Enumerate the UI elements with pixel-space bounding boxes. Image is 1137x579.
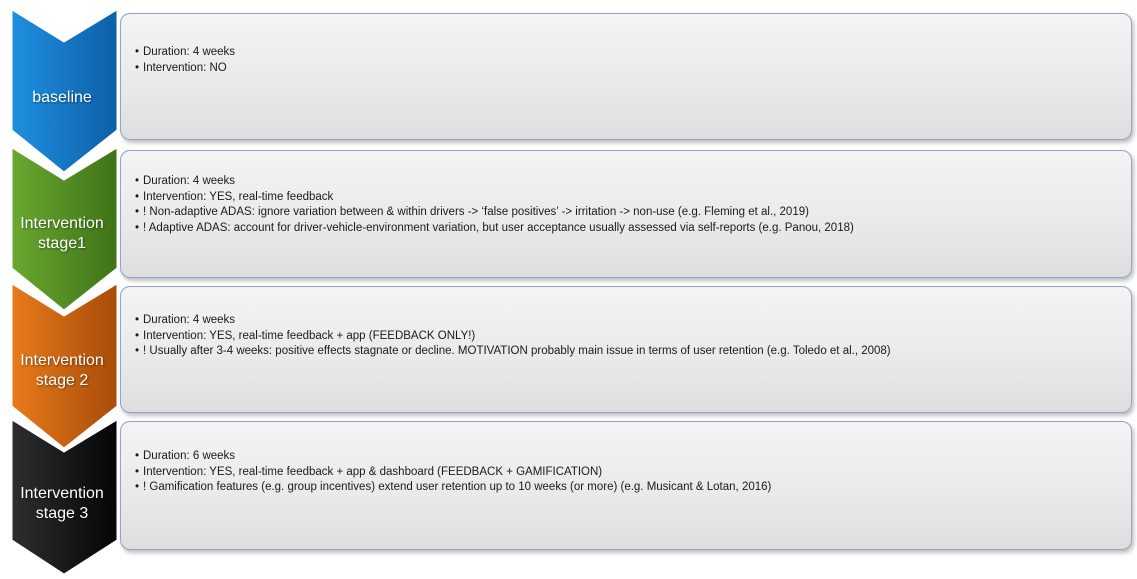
bullet-dot: • xyxy=(135,314,140,327)
stage-box-stage-3: • Duration: 6 weeks • Intervention: YES, r… xyxy=(120,421,1132,550)
bullet-text: ! Usually after 3-4 weeks: positive effe… xyxy=(143,345,891,358)
bullet-dot: • xyxy=(135,345,140,358)
bullet-item: • Duration: 6 weeks xyxy=(135,449,1131,465)
bullet-item: •! Gamification features (e.g. group inc… xyxy=(135,480,1131,496)
bullet-item: •! Usually after 3-4 weeks: positive eff… xyxy=(135,344,1131,360)
bullet-dot: • xyxy=(135,329,140,342)
chevron-label-line: Intervention xyxy=(20,352,104,369)
bullet-text: ! Gamification features (e.g. group ince… xyxy=(143,481,772,494)
bullet-list: • Duration: 4 weeks • Intervention: YES, r… xyxy=(135,174,1131,236)
bullet-dot: • xyxy=(135,190,140,203)
chevron-label-baseline: baseline xyxy=(4,88,120,108)
chevron-label-line: Intervention xyxy=(20,215,104,232)
chevron-label-line: stage 2 xyxy=(35,372,89,389)
bullet-dot: • xyxy=(135,465,140,478)
bullet-dot: • xyxy=(135,450,140,463)
bullet-text: Intervention: YES, real-time feedback + … xyxy=(143,465,603,478)
bullet-dot: • xyxy=(135,206,140,218)
bullet-item: • Intervention: YES, real-time feedback +… xyxy=(135,329,1131,345)
bullet-item: • Duration: 4 weeks xyxy=(135,313,1131,329)
bullet-text: ! Adaptive ADAS: account for driver-vehi… xyxy=(143,221,854,234)
bullet-text: ! Non-adaptive ADAS: ignore variation be… xyxy=(143,206,809,218)
bullet-dot: • xyxy=(135,175,140,187)
chevron-label-line: Intervention xyxy=(20,485,104,502)
stage-box-stage-2: • Duration: 4 weeks • Intervention: YES, r… xyxy=(120,286,1132,413)
bullet-text: Intervention: YES, real-time feedback xyxy=(143,190,334,203)
bullet-text: Intervention: NO xyxy=(143,61,227,74)
chevron-label-stage-2: Intervention stage 2 xyxy=(4,351,120,391)
bullet-item: • Intervention: YES, real-time feedback +… xyxy=(135,465,1131,481)
bullet-item: • Duration: 4 weeks xyxy=(135,174,1131,190)
bullet-list: • Duration: 4 weeks • Intervention: YES, r… xyxy=(135,313,1131,360)
bullet-item: • Intervention: YES, real-time feedback xyxy=(135,190,1131,206)
chevron-label-line: stage 3 xyxy=(35,505,89,522)
bullet-item: •! Non-adaptive ADAS: ignore variation b… xyxy=(135,205,1131,221)
stage-box-stage-1: • Duration: 4 weeks • Intervention: YES, r… xyxy=(120,150,1132,278)
chevron-label-line: stage1 xyxy=(37,235,87,252)
chevron-label-stage-3: Intervention stage 3 xyxy=(4,484,120,524)
bullet-list: • Duration: 4 weeks • Intervention: NO xyxy=(135,45,1131,76)
bullet-dot: • xyxy=(135,61,140,74)
bullet-dot: • xyxy=(135,481,140,494)
bullet-dot: • xyxy=(135,46,140,58)
bullet-text: Duration: 6 weeks xyxy=(143,450,236,463)
bullet-item: • Duration: 4 weeks xyxy=(135,45,1131,61)
bullet-text: Duration: 4 weeks xyxy=(143,175,236,187)
bullet-list: • Duration: 6 weeks • Intervention: YES, r… xyxy=(135,449,1131,496)
bullet-item: •! Adaptive ADAS: account for driver-veh… xyxy=(135,221,1131,237)
bullet-dot: • xyxy=(135,221,140,234)
chevron-label-line: baseline xyxy=(32,89,92,106)
stage-box-baseline: • Duration: 4 weeks • Intervention: NO xyxy=(120,13,1132,140)
chevron-label-stage-1: Intervention stage1 xyxy=(4,214,120,254)
bullet-text: Intervention: YES, real-time feedback + … xyxy=(143,329,476,342)
bullet-item: • Intervention: NO xyxy=(135,61,1131,77)
bullet-text: Duration: 4 weeks xyxy=(143,314,236,327)
bullet-text: Duration: 4 weeks xyxy=(143,46,236,58)
